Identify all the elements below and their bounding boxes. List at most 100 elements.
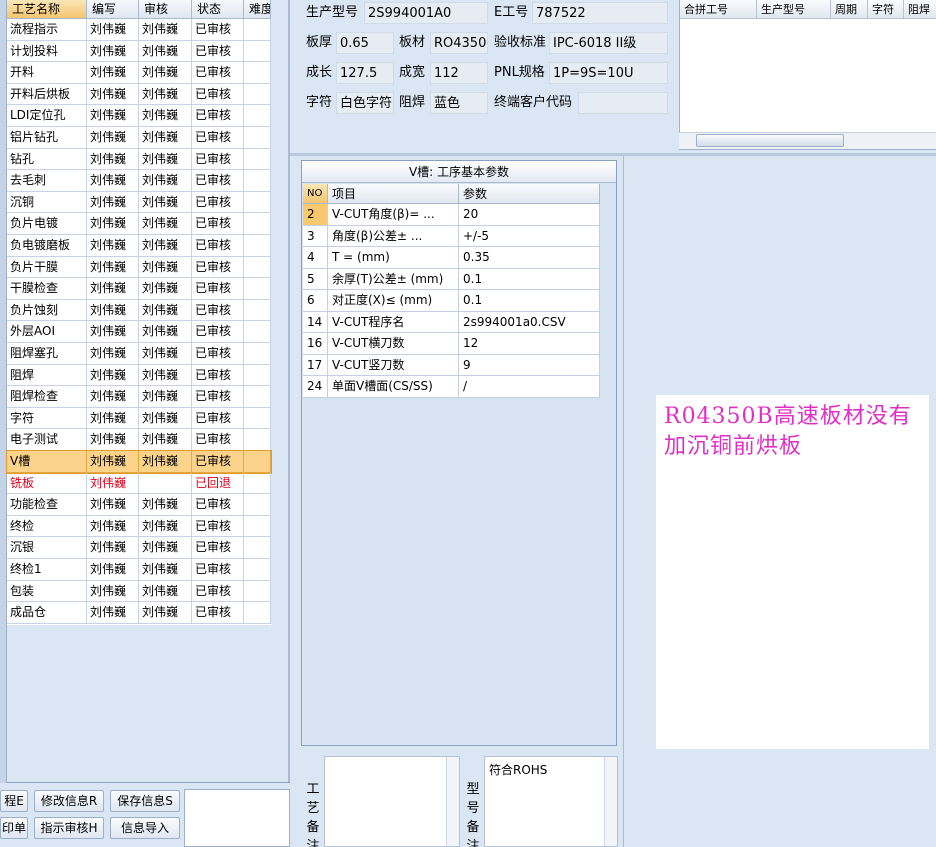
- table-row[interactable]: 终检1 刘伟巍 刘伟巍 已审核: [7, 559, 271, 581]
- param-item[interactable]: 角度(β)公差± ...: [328, 225, 459, 247]
- param-no[interactable]: 2: [303, 204, 328, 226]
- table-row[interactable]: 铣板 刘伟巍 已回退: [7, 472, 271, 495]
- param-header-item[interactable]: 项目: [328, 184, 459, 204]
- param-row[interactable]: 16 V-CUT横刀数 12: [303, 333, 600, 355]
- merge-list-grid[interactable]: 合拼工号 生产型号 周期 字符 阻焊: [679, 0, 936, 150]
- param-row[interactable]: 17 V-CUT竖刀数 9: [303, 354, 600, 376]
- param-row[interactable]: 2 V-CUT角度(β)= ... 20: [303, 204, 600, 226]
- header-difficulty[interactable]: 难度: [244, 0, 271, 19]
- param-item[interactable]: V-CUT横刀数: [328, 333, 459, 355]
- table-row[interactable]: LDI定位孔 刘伟巍 刘伟巍 已审核: [7, 105, 271, 127]
- param-item[interactable]: 单面V槽面(CS/SS): [328, 376, 459, 398]
- param-header-no[interactable]: NO: [303, 184, 328, 204]
- production-model-field[interactable]: 2S994001A0: [364, 2, 488, 24]
- merge-header-legend[interactable]: 字符: [868, 0, 904, 19]
- table-row[interactable]: 外层AOI 刘伟巍 刘伟巍 已审核: [7, 321, 271, 343]
- table-row[interactable]: 开料后烘板 刘伟巍 刘伟巍 已审核: [7, 83, 271, 106]
- partial-button-2[interactable]: 印单: [0, 817, 28, 839]
- table-row[interactable]: 开料 刘伟巍 刘伟巍 已审核: [7, 62, 271, 84]
- merge-header-soldermask[interactable]: 阻焊: [904, 0, 936, 19]
- param-item[interactable]: V-CUT竖刀数: [328, 354, 459, 376]
- board-thickness-field[interactable]: 0.65: [336, 32, 394, 54]
- table-row[interactable]: 沉银 刘伟巍 刘伟巍 已审核: [7, 537, 271, 559]
- table-row[interactable]: 字符 刘伟巍 刘伟巍 已审核: [7, 407, 271, 430]
- panel-splitter[interactable]: [288, 0, 290, 783]
- param-row[interactable]: 4T = (mm) 0.35: [303, 247, 600, 269]
- process-grid[interactable]: 工艺名称 编写 审核 状态 难度 流程指示 刘伟巍 刘伟巍 已审核 计划投料 刘伟巍 刘伟巍 已审核 开料…: [6, 0, 272, 625]
- param-no[interactable]: 5: [303, 268, 328, 290]
- header-writer[interactable]: 编写: [87, 0, 139, 19]
- param-item[interactable]: V-CUT程序名: [328, 311, 459, 333]
- param-value[interactable]: 2s994001a0.CSV: [459, 311, 600, 333]
- table-row[interactable]: 阻焊 刘伟巍 刘伟巍 已审核: [7, 364, 271, 387]
- table-row[interactable]: 沉铜 刘伟巍 刘伟巍 已审核: [7, 191, 271, 214]
- param-row[interactable]: 5 余厚(T)公差± (mm) 0.1: [303, 268, 600, 290]
- legend-field[interactable]: 白色字符: [336, 92, 394, 114]
- partial-button-1[interactable]: 程E: [0, 790, 28, 812]
- modify-info-button[interactable]: 修改信息R: [34, 790, 104, 812]
- material-field[interactable]: RO4350B: [430, 32, 488, 54]
- table-row[interactable]: 流程指示 刘伟巍 刘伟巍 已审核: [7, 19, 271, 41]
- param-row[interactable]: 24 单面V槽面(CS/SS) /: [303, 376, 600, 398]
- param-value[interactable]: 9: [459, 354, 600, 376]
- param-row[interactable]: 3 角度(β)公差± ... +/-5: [303, 225, 600, 247]
- param-no[interactable]: 6: [303, 290, 328, 312]
- param-value[interactable]: 0.1: [459, 290, 600, 312]
- table-row[interactable]: 钻孔 刘伟巍 刘伟巍 已审核: [7, 148, 271, 171]
- header-process-name[interactable]: 工艺名称: [7, 0, 87, 19]
- param-no[interactable]: 4: [303, 247, 328, 269]
- table-row[interactable]: 负片电镀 刘伟巍 刘伟巍 已审核: [7, 213, 271, 235]
- param-no[interactable]: 3: [303, 225, 328, 247]
- merge-header-model[interactable]: 生产型号: [757, 0, 831, 19]
- bottom-memo-box[interactable]: [184, 789, 290, 847]
- table-row[interactable]: 功能检查 刘伟巍 刘伟巍 已审核: [7, 494, 271, 516]
- table-row[interactable]: 包装 刘伟巍 刘伟巍 已审核: [7, 580, 271, 603]
- table-row[interactable]: 干膜检查 刘伟巍 刘伟巍 已审核: [7, 278, 271, 300]
- table-row[interactable]: 阻焊塞孔 刘伟巍 刘伟巍 已审核: [7, 343, 271, 365]
- table-row[interactable]: 负片干膜 刘伟巍 刘伟巍 已审核: [7, 256, 271, 279]
- width-field[interactable]: 112: [430, 62, 488, 84]
- param-value[interactable]: 12: [459, 333, 600, 355]
- table-row[interactable]: 成品仓 刘伟巍 刘伟巍 已审核: [7, 602, 271, 624]
- table-row[interactable]: 负电镀磨板 刘伟巍 刘伟巍 已审核: [7, 235, 271, 257]
- length-field[interactable]: 127.5: [336, 62, 394, 84]
- soldermask-field[interactable]: 蓝色: [430, 92, 488, 114]
- param-no[interactable]: 14: [303, 311, 328, 333]
- param-no[interactable]: 24: [303, 376, 328, 398]
- param-value[interactable]: +/-5: [459, 225, 600, 247]
- table-row[interactable]: 终检 刘伟巍 刘伟巍 已审核: [7, 515, 271, 538]
- param-value[interactable]: 0.1: [459, 268, 600, 290]
- acceptance-field[interactable]: IPC-6018 II级: [549, 32, 668, 54]
- instruction-review-button[interactable]: 指示审核H: [34, 817, 104, 839]
- e-number-field[interactable]: 787522: [532, 2, 668, 24]
- save-info-button[interactable]: 保存信息S: [110, 790, 180, 812]
- param-item[interactable]: 余厚(T)公差± (mm): [328, 268, 459, 290]
- table-row[interactable]: 去毛刺 刘伟巍 刘伟巍 已审核: [7, 170, 271, 192]
- param-row[interactable]: 14 V-CUT程序名 2s994001a0.CSV: [303, 311, 600, 333]
- merge-list-scroll-thumb[interactable]: [696, 134, 844, 147]
- info-import-button[interactable]: 信息导入: [110, 817, 180, 839]
- param-item[interactable]: 对正度(X)≤ (mm): [328, 290, 459, 312]
- param-header-value[interactable]: 参数: [459, 184, 600, 204]
- param-item[interactable]: T = (mm): [328, 247, 459, 269]
- merge-header-e-number[interactable]: 合拼工号: [680, 0, 757, 19]
- table-row[interactable]: 电子测试 刘伟巍 刘伟巍 已审核: [7, 429, 271, 451]
- table-row[interactable]: V槽 刘伟巍 刘伟巍 已审核: [6, 450, 272, 474]
- table-row[interactable]: 计划投料 刘伟巍 刘伟巍 已审核: [7, 40, 271, 63]
- end-customer-field[interactable]: [578, 92, 668, 114]
- param-value[interactable]: 0.35: [459, 247, 600, 269]
- param-no[interactable]: 16: [303, 333, 328, 355]
- param-value[interactable]: /: [459, 376, 600, 398]
- table-row[interactable]: 铝片钻孔 刘伟巍 刘伟巍 已审核: [7, 127, 271, 149]
- param-item[interactable]: V-CUT角度(β)= ...: [328, 204, 459, 226]
- header-status[interactable]: 状态: [192, 0, 244, 19]
- header-reviewer[interactable]: 审核: [139, 0, 192, 19]
- param-no[interactable]: 17: [303, 354, 328, 376]
- table-row[interactable]: 阻焊检查 刘伟巍 刘伟巍 已审核: [7, 386, 271, 408]
- model-remark-scrollbar[interactable]: [604, 757, 617, 846]
- model-remark-field[interactable]: 符合ROHS: [484, 756, 618, 847]
- pnl-field[interactable]: 1P=9S=10U: [549, 62, 668, 84]
- table-row[interactable]: 负片蚀刻 刘伟巍 刘伟巍 已审核: [7, 299, 271, 322]
- merge-header-cycle[interactable]: 周期: [831, 0, 868, 19]
- param-value[interactable]: 20: [459, 204, 600, 226]
